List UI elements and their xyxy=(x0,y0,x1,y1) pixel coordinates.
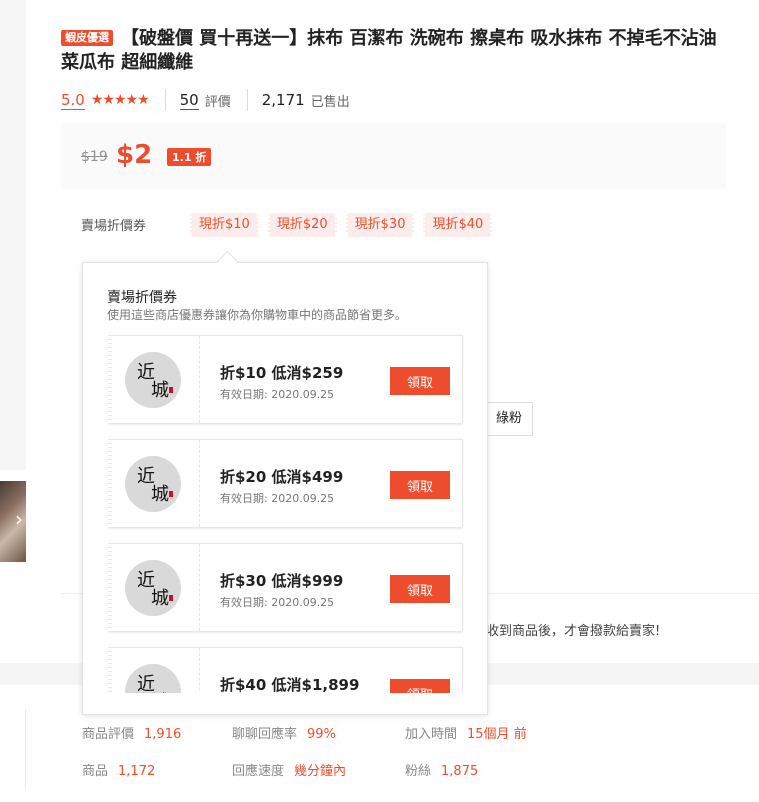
divider xyxy=(164,89,166,111)
discount-badge: 1.1 折 xyxy=(167,148,212,166)
product-image-main[interactable] xyxy=(0,0,26,470)
voucher-card: 近 城 折$30 低消$999 有效日期: 2020.09.25 領取 xyxy=(108,543,463,632)
current-price: $2 xyxy=(116,140,153,170)
voucher-expiry: 有效日期: 2020.09.25 xyxy=(220,388,335,401)
stat-label: 商品評價 xyxy=(82,727,135,742)
review-label: 評價 xyxy=(204,94,231,110)
shop-stat: 回應速度 幾分鐘內 xyxy=(232,760,346,779)
voucher-expiry: 有效日期: 2020.09.25 xyxy=(220,492,335,505)
original-price: $19 xyxy=(81,149,108,165)
voucher-chip[interactable]: 現折$30 xyxy=(345,213,415,237)
price-box: $19 $2 1.1 折 xyxy=(61,123,726,189)
popover-title: 賣場折價券 xyxy=(107,290,177,306)
shop-stat: 商品 1,172 xyxy=(82,760,155,779)
claim-voucher-button[interactable]: 領取 xyxy=(390,679,450,693)
shop-logo: 近 城 xyxy=(125,456,181,512)
voucher-chip[interactable]: 現折$10 xyxy=(190,213,259,237)
voucher-card: 近 城 折$20 低消$499 有效日期: 2020.09.25 領取 xyxy=(108,439,463,528)
product-title-text: 【破盤價 買十再送一】抹布 百潔布 洗碗布 擦桌布 吸水抹布 不掉毛不沾油 菜瓜… xyxy=(61,28,717,73)
logo-seal-mark xyxy=(169,491,173,497)
claim-voucher-button[interactable]: 領取 xyxy=(390,367,450,395)
stat-label: 商品 xyxy=(82,764,109,779)
voucher-chip[interactable]: 現折$20 xyxy=(267,213,337,237)
stat-label: 加入時間 xyxy=(405,727,458,742)
shop-logo-zone: 近 城 xyxy=(109,336,200,423)
logo-char: 城 xyxy=(151,688,169,693)
stat-value: 15個月 前 xyxy=(467,727,527,742)
voucher-chip-list: 現折$10 現折$20 現折$30 現折$40 xyxy=(190,213,493,237)
shop-logo-zone: 近 城 xyxy=(109,440,200,527)
shop-stat: 加入時間 15個月 前 xyxy=(405,723,527,742)
shop-voucher-popover: 賣場折價券 使用這些商店優惠券讓你為你購物車中的商品節省更多。 近 城 折$10… xyxy=(82,262,488,715)
shop-voucher-label: 賣場折價券 xyxy=(81,219,147,234)
stat-label: 聊聊回應率 xyxy=(232,727,298,742)
review-count[interactable]: 50 xyxy=(179,91,199,110)
logo-char: 城 xyxy=(151,484,169,505)
star-rating-icon: ★★★★★ xyxy=(90,92,150,108)
voucher-title: 折$40 低消$1,899 xyxy=(220,676,360,693)
shop-logo: 近 城 xyxy=(125,664,181,693)
stat-label: 回應速度 xyxy=(232,764,285,779)
voucher-title: 折$30 低消$999 xyxy=(220,572,344,590)
sold-count: 2,171 xyxy=(261,91,305,109)
rating-score[interactable]: 5.0 xyxy=(61,91,85,110)
shop-stat: 聊聊回應率 99% xyxy=(232,723,336,742)
claim-voucher-button[interactable]: 領取 xyxy=(390,471,450,499)
product-thumbnail[interactable]: › xyxy=(0,481,26,562)
logo-char: 城 xyxy=(151,588,169,609)
voucher-expiry: 有效日期: 2020.09.25 xyxy=(220,596,335,609)
shop-stat: 商品評價 1,916 xyxy=(82,723,181,742)
shop-logo-zone: 近 城 xyxy=(109,648,200,693)
stat-value: 1,172 xyxy=(118,764,156,779)
claim-voucher-button[interactable]: 領取 xyxy=(390,575,450,603)
voucher-title: 折$20 低消$499 xyxy=(220,468,344,486)
voucher-card: 近 城 折$40 低消$1,899 領取 xyxy=(108,647,463,693)
voucher-title: 折$10 低消$259 xyxy=(220,364,344,382)
sold-label: 已售出 xyxy=(310,94,350,110)
logo-seal-mark xyxy=(169,595,173,601)
voucher-list[interactable]: 近 城 折$10 低消$259 有效日期: 2020.09.25 領取 近 城 … xyxy=(83,333,487,693)
stat-value: 1,916 xyxy=(144,727,182,742)
product-title: 蝦皮優選 【破盤價 買十再送一】抹布 百潔布 洗碗布 擦桌布 吸水抹布 不掉毛不沾… xyxy=(61,27,731,75)
shop-logo: 近 城 xyxy=(125,560,181,616)
stat-value: 99% xyxy=(307,727,336,742)
preferred-badge: 蝦皮優選 xyxy=(61,30,113,46)
logo-char: 城 xyxy=(151,380,169,401)
stat-value: 1,875 xyxy=(441,764,479,779)
shop-stat: 粉絲 1,875 xyxy=(405,760,478,779)
stat-label: 粉絲 xyxy=(405,764,432,779)
divider xyxy=(246,89,248,111)
voucher-card: 近 城 折$10 低消$259 有效日期: 2020.09.25 領取 xyxy=(108,335,463,424)
voucher-chip[interactable]: 現折$40 xyxy=(423,213,493,237)
rating-row: 5.0 ★★★★★ 50 評價 2,171 已售出 xyxy=(61,88,350,112)
shopee-guarantee-text: 收到商品後，才會撥款給賣家! xyxy=(486,624,661,639)
popover-subtitle: 使用這些商店優惠券讓你為你購物車中的商品節省更多。 xyxy=(107,308,408,322)
shop-divider xyxy=(25,709,26,789)
stat-value: 幾分鐘內 xyxy=(294,764,347,779)
logo-seal-mark xyxy=(169,387,173,393)
shop-logo-zone: 近 城 xyxy=(109,544,200,631)
chevron-right-icon[interactable]: › xyxy=(15,509,23,529)
shop-logo: 近 城 xyxy=(125,352,181,408)
